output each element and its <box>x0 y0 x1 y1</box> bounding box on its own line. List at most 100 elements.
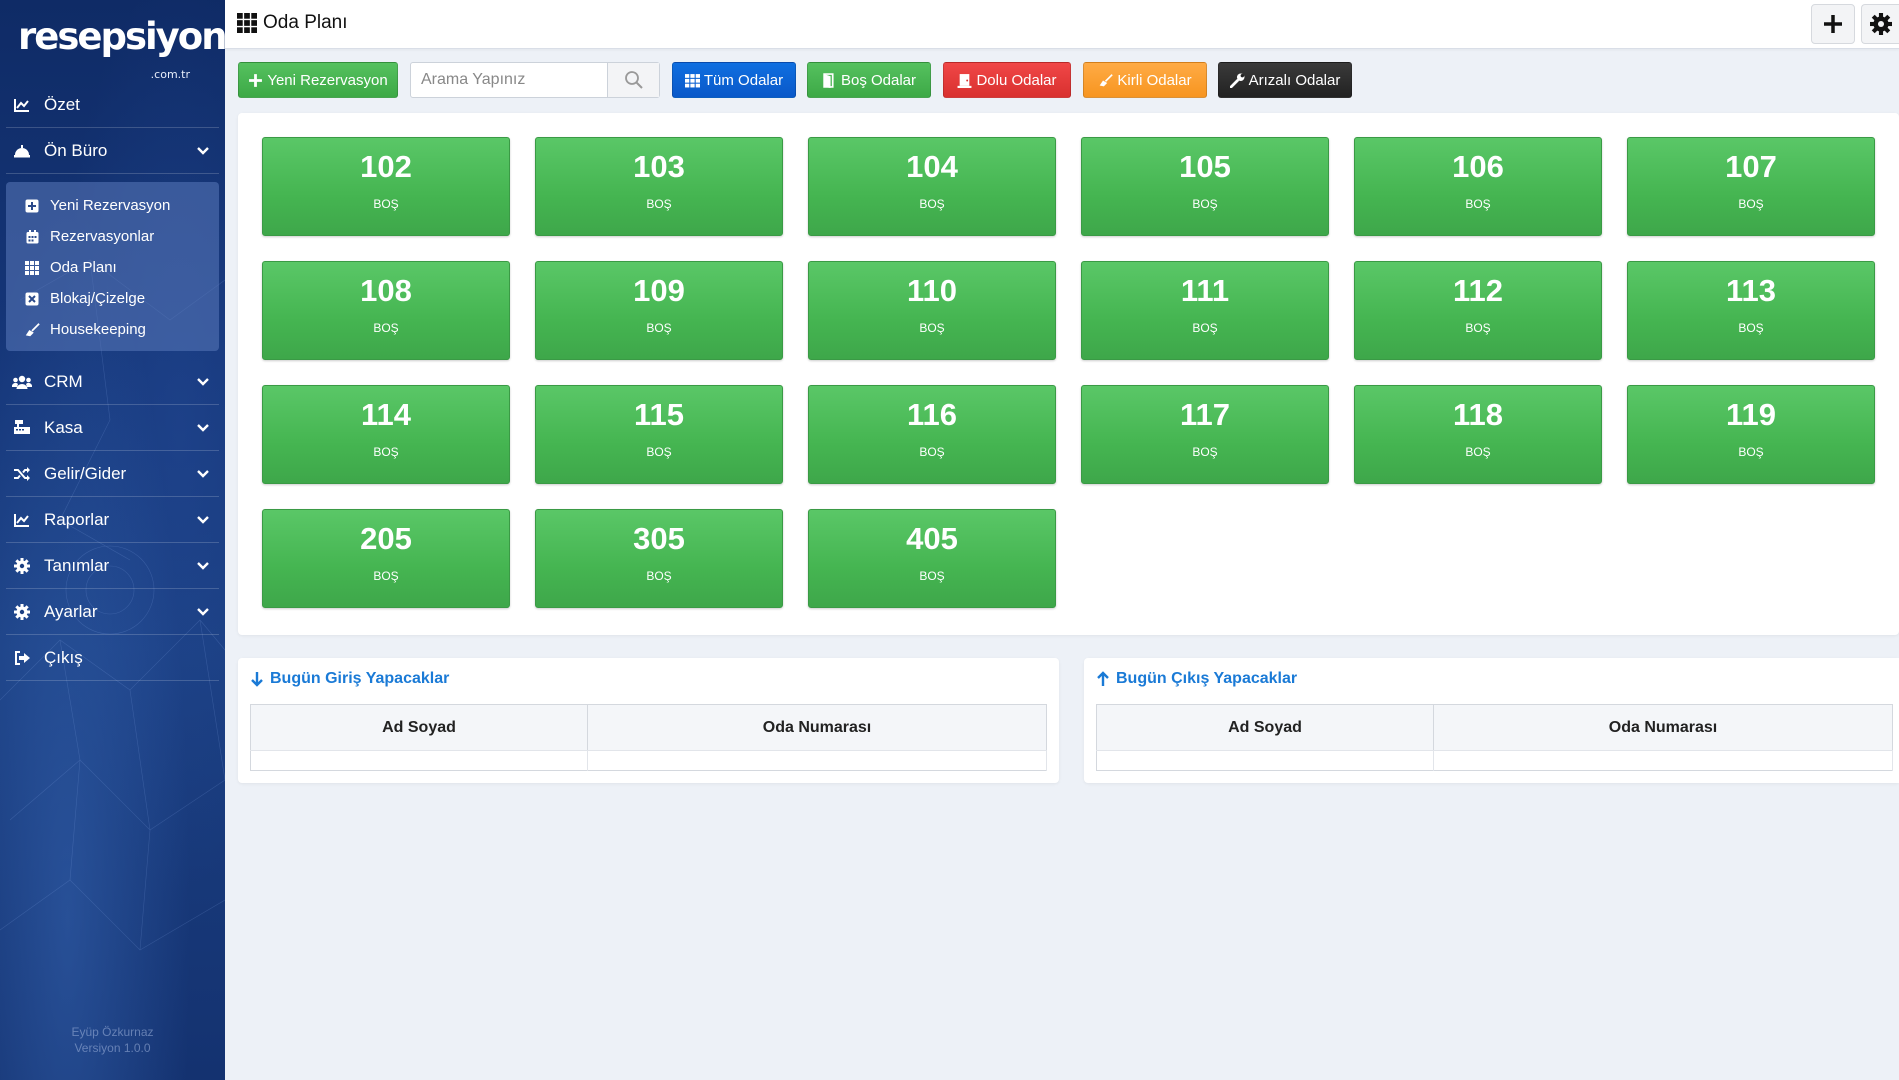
room-status: BOŞ <box>646 569 672 583</box>
room-status: BOŞ <box>1465 197 1491 211</box>
room-status: BOŞ <box>1738 445 1764 459</box>
sidebar-item-ozet[interactable]: Özet <box>6 82 219 128</box>
room-card[interactable]: 115 BOŞ <box>535 385 783 484</box>
button-label: Tüm Odalar <box>703 71 784 89</box>
room-status: BOŞ <box>919 197 945 211</box>
room-status: BOŞ <box>373 321 399 335</box>
sidebar-item-on-buro[interactable]: Ön Büro <box>6 128 219 174</box>
room-number: 119 <box>1725 397 1776 432</box>
submenu-item-yeni-rezervasyon[interactable]: Yeni Rezervasyon <box>6 190 219 221</box>
column-header-room-number[interactable]: Oda Numarası <box>587 704 1047 751</box>
broken-rooms-filter-button[interactable]: Arızalı Odalar <box>1218 62 1352 98</box>
cog-icon <box>12 602 32 622</box>
chevron-down-icon <box>197 470 209 478</box>
users-icon <box>12 372 32 392</box>
new-reservation-button[interactable]: Yeni Rezervasyon <box>238 62 398 98</box>
room-card[interactable]: 108 BOŞ <box>262 261 510 360</box>
room-number: 405 <box>906 521 958 556</box>
room-number: 112 <box>1452 273 1503 308</box>
room-status: BOŞ <box>1192 445 1218 459</box>
room-number: 115 <box>633 397 684 432</box>
room-number: 117 <box>1179 397 1230 432</box>
sidebar-item-label: Tanımlar <box>44 555 110 575</box>
room-number: 104 <box>906 149 958 184</box>
room-card[interactable]: 104 BOŞ <box>808 137 1056 236</box>
submenu-item-oda-plani[interactable]: Oda Planı <box>6 252 219 283</box>
room-card[interactable]: 114 BOŞ <box>262 385 510 484</box>
room-card[interactable]: 111 BOŞ <box>1081 261 1329 360</box>
room-card[interactable]: 110 BOŞ <box>808 261 1056 360</box>
sidebar-item-tanimlar[interactable]: Tanımlar <box>6 543 219 589</box>
page-title: Oda Planı <box>237 12 348 34</box>
room-number: 105 <box>1179 149 1231 184</box>
sidebar-menu: Özet Ön Büro Yeni Rezervasyon Rezervasyo… <box>0 82 225 681</box>
settings-button[interactable] <box>1861 4 1899 44</box>
occupied-rooms-filter-button[interactable]: Dolu Odalar <box>943 62 1071 98</box>
submenu-item-housekeeping[interactable]: Housekeeping <box>6 314 219 345</box>
room-status: BOŞ <box>373 197 399 211</box>
chevron-down-icon <box>197 516 209 524</box>
brand-logo[interactable]: resepsiyon .com.tr <box>18 14 225 81</box>
sidebar-item-kasa[interactable]: Kasa <box>6 405 219 451</box>
room-card[interactable]: 119 BOŞ <box>1627 385 1875 484</box>
room-card[interactable]: 117 BOŞ <box>1081 385 1329 484</box>
cog-icon <box>12 556 32 576</box>
toolbar: Yeni Rezervasyon Tüm Odalar Boş Odalar D… <box>238 62 1899 98</box>
broom-icon <box>24 322 40 338</box>
room-card[interactable]: 118 BOŞ <box>1354 385 1602 484</box>
door-open-icon <box>823 72 834 88</box>
gear-icon <box>1869 13 1892 35</box>
room-card[interactable]: 305 BOŞ <box>535 509 783 608</box>
column-header-name[interactable]: Ad Soyad <box>250 704 588 751</box>
room-status: BOŞ <box>1465 321 1491 335</box>
room-card[interactable]: 106 BOŞ <box>1354 137 1602 236</box>
sidebar-item-label: Özet <box>44 94 80 114</box>
room-card[interactable]: 109 BOŞ <box>535 261 783 360</box>
footer-version: Versiyon 1.0.0 <box>74 1041 151 1055</box>
sidebar-item-gelir-gider[interactable]: Gelir/Gider <box>6 451 219 497</box>
room-status: BOŞ <box>646 445 672 459</box>
room-number: 118 <box>1452 397 1503 432</box>
sidebar-item-cikis[interactable]: Çıkış <box>6 635 219 681</box>
room-number: 111 <box>1180 273 1230 308</box>
search-button[interactable] <box>607 63 659 97</box>
room-status: BOŞ <box>1738 321 1764 335</box>
calendar-icon <box>24 229 40 245</box>
panel-title: Bugün Giriş Yapacaklar <box>250 670 449 688</box>
column-header-name[interactable]: Ad Soyad <box>1096 704 1434 751</box>
add-button[interactable] <box>1811 4 1855 44</box>
topbar: Oda Planı <box>225 0 1899 49</box>
submenu-item-rezervasyonlar[interactable]: Rezervasyonlar <box>6 221 219 252</box>
sidebar-item-label: Ön Büro <box>44 140 108 160</box>
sidebar-item-raporlar[interactable]: Raporlar <box>6 497 219 543</box>
submenu-item-blokaj-cizelge[interactable]: Blokaj/Çizelge <box>6 283 219 314</box>
submenu-item-label: Yeni Rezervasyon <box>50 197 171 214</box>
room-card[interactable]: 103 BOŞ <box>535 137 783 236</box>
dirty-rooms-filter-button[interactable]: Kirli Odalar <box>1083 62 1207 98</box>
arrow-up-icon <box>1097 671 1109 686</box>
sidebar-item-label: Kasa <box>44 417 83 437</box>
room-card[interactable]: 405 BOŞ <box>808 509 1056 608</box>
room-card[interactable]: 102 BOŞ <box>262 137 510 236</box>
room-number: 305 <box>633 521 685 556</box>
on-buro-submenu: Yeni Rezervasyon Rezervasyonlar Oda Plan… <box>6 182 219 351</box>
empty-rooms-filter-button[interactable]: Boş Odalar <box>807 62 931 98</box>
search-input[interactable] <box>411 63 609 97</box>
room-card[interactable]: 107 BOŞ <box>1627 137 1875 236</box>
room-number: 102 <box>360 149 412 184</box>
column-header-room-number[interactable]: Oda Numarası <box>1433 704 1893 751</box>
room-status: BOŞ <box>373 569 399 583</box>
chevron-down-icon <box>197 424 209 432</box>
room-card[interactable]: 105 BOŞ <box>1081 137 1329 236</box>
plus-square-icon <box>24 198 40 214</box>
room-card[interactable]: 112 BOŞ <box>1354 261 1602 360</box>
times-square-icon <box>24 291 40 307</box>
sidebar-item-ayarlar[interactable]: Ayarlar <box>6 589 219 635</box>
room-card[interactable]: 205 BOŞ <box>262 509 510 608</box>
chevron-down-icon <box>197 562 209 570</box>
room-card[interactable]: 116 BOŞ <box>808 385 1056 484</box>
button-label: Kirli Odalar <box>1117 71 1192 89</box>
room-card[interactable]: 113 BOŞ <box>1627 261 1875 360</box>
sidebar-item-crm[interactable]: CRM <box>6 359 219 405</box>
all-rooms-filter-button[interactable]: Tüm Odalar <box>672 62 796 98</box>
